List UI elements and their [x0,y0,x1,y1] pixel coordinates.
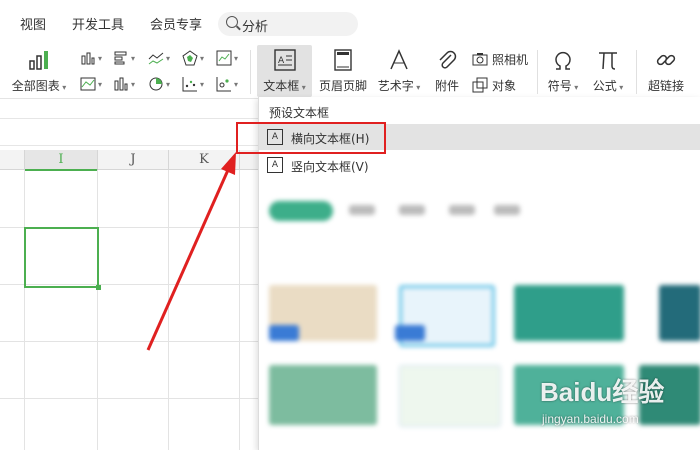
header-footer-button[interactable]: 页眉页脚 [315,48,371,94]
chevron-down-icon[interactable]: ▾ [98,54,102,63]
dropdown-title: 预设文本框 [269,106,330,120]
tab-developer-tools[interactable]: 开发工具 [72,14,124,33]
attachment-button[interactable]: 附件 [430,48,464,94]
chevron-down-icon[interactable]: ▾ [166,54,170,63]
search-text: 分析 [242,20,269,35]
horizontal-bar-chart-icon[interactable] [113,50,129,66]
template-thumbnail[interactable] [514,285,624,341]
search-icon [226,16,238,28]
pi-icon [599,52,617,70]
column-header-blank [0,150,25,169]
baidu-watermark: Baidu经验 jingyan.baidu.com [540,372,700,442]
line-chart-icon[interactable] [148,50,164,66]
art-text-label: 艺术字 [377,79,414,93]
object-label: 对象 [492,79,517,93]
formula-bar[interactable] [0,118,258,146]
search-box[interactable]: 分析 [218,12,358,36]
camera-button[interactable]: 照相机 [472,50,532,68]
chevron-down-icon[interactable]: ▾ [98,80,102,89]
formula-button[interactable]: 公式 ▾ [590,48,626,94]
bar-group-chart-icon[interactable] [113,76,129,92]
object-button[interactable]: 对象 [472,76,532,94]
chevron-down-icon[interactable]: ▾ [131,54,135,63]
watermark-brand: Baidu经验 [540,377,665,407]
selected-cell[interactable] [24,227,101,290]
formula-label: 公式 [592,79,617,93]
textbox-label: 文本框 [263,79,300,93]
textbox-button[interactable]: A 文本框 ▾ [257,45,312,97]
all-charts-button[interactable]: 全部图表 ▾ [8,48,70,94]
vertical-textbox-label: 竖向文本框(V) [291,160,369,174]
chevron-down-icon[interactable]: ▾ [200,80,204,89]
toolbar-divider [250,50,251,94]
art-text-button[interactable]: 艺术字 ▾ [375,48,423,94]
bar-chart-icon [29,51,48,70]
area-chart-icon[interactable] [80,76,96,92]
watermark-url: jingyan.baidu.com [542,412,639,426]
template-thumbnail[interactable] [399,365,501,427]
chevron-down-icon[interactable]: ▾ [234,80,238,89]
tab-member[interactable]: 会员专享 [150,14,202,33]
column-header-j[interactable]: J [98,150,169,169]
column-header-i[interactable]: I [25,150,98,171]
toolbar-divider [636,50,637,94]
scatter-chart-icon[interactable] [182,76,198,92]
object-icon [472,77,488,93]
chevron-down-icon[interactable]: ▾ [234,54,238,63]
paperclip-icon [439,50,457,69]
insert-toolbar: 全部图表 ▾ ▾ ▾ ▾ ▾ ▾ ▾ ▾ ▾ ▾ ▾ A 文本框 ▾ 页眉页脚 … [0,44,700,99]
template-thumbnail[interactable] [269,365,377,425]
vertical-textbox-icon: A [267,157,283,173]
column-headers: I J K [0,150,258,171]
attachment-label: 附件 [434,79,459,93]
header-footer-label: 页眉页脚 [318,79,367,93]
column-chart-icon[interactable] [80,50,96,66]
chevron-down-icon[interactable]: ▾ [166,80,170,89]
textbox-icon: A [273,49,296,71]
camera-label: 照相机 [492,53,529,67]
symbol-label: 符号 [547,79,572,93]
bubble-chart-icon[interactable] [216,76,232,92]
hyperlink-label: 超链接 [647,79,684,93]
template-thumbnail[interactable] [659,285,700,341]
chevron-down-icon[interactable]: ▾ [200,54,204,63]
annotation-highlight-box [236,122,386,154]
art-text-icon [390,49,408,70]
spreadsheet-grid[interactable] [0,170,258,450]
header-footer-icon [334,49,352,71]
tab-view[interactable]: 视图 [20,14,46,33]
all-charts-label: 全部图表 [11,79,60,93]
menu-bar: 视图 开发工具 会员专享 分析 [0,0,700,44]
camera-icon [472,53,488,66]
link-icon [656,54,676,66]
column-header-k[interactable]: K [169,150,240,169]
pie-chart-icon[interactable] [148,76,164,92]
menu-item-vertical-textbox[interactable]: A 竖向文本框(V) [259,152,700,178]
omega-icon [555,51,571,70]
symbol-button[interactable]: 符号 ▾ [545,48,581,94]
toolbar-divider [537,50,538,94]
chevron-down-icon[interactable]: ▾ [131,80,135,89]
radar-chart-icon[interactable] [182,50,198,66]
stock-chart-icon[interactable] [216,50,232,66]
hyperlink-button[interactable]: 超链接 [645,48,687,94]
